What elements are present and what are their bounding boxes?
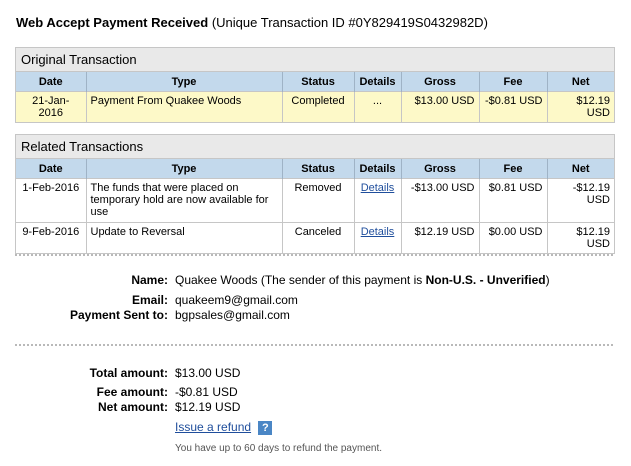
payment-sent-to-value: bgpsales@gmail.com [175,308,290,322]
cell-type: Payment From Quakee Woods [86,91,283,122]
net-amount-label: Net amount: [98,400,168,414]
cell-status: Completed [282,91,355,122]
name-label: Name: [131,273,168,287]
cell-fee: $0.81 USD [479,178,548,223]
name-text: Quakee Woods (The sender of this payment… [175,273,426,287]
cell-fee: -$0.81 USD [479,91,548,122]
col-gross: Gross [401,159,480,179]
related-transactions-heading: Related Transactions [16,135,614,159]
col-type: Type [86,72,283,92]
col-gross: Gross [401,72,480,92]
cell-gross: $12.19 USD [401,222,480,253]
col-details: Details [354,72,402,92]
divider [15,254,613,256]
cell-status: Canceled [282,222,355,253]
name-close: ) [545,273,550,287]
divider [15,344,613,346]
cell-fee: $0.00 USD [479,222,548,253]
details-link[interactable]: Details [361,182,395,194]
fee-amount-label: Fee amount: [96,385,168,399]
cell-date: 9-Feb-2016 [16,222,87,253]
page-title: Web Accept Payment Received (Unique Tran… [16,15,488,30]
cell-gross: -$13.00 USD [401,178,480,223]
payment-sent-to-label: Payment Sent to: [69,308,168,322]
col-net: Net [547,159,614,179]
cell-details: ... [354,91,402,122]
original-transaction-table: Date Type Status Details Gross Fee Net 2… [16,72,614,122]
name-value: Quakee Woods (The sender of this payment… [175,273,550,287]
col-type: Type [86,159,283,179]
refund-row: Issue a refund ? [175,420,273,435]
title-main: Web Accept Payment Received [16,15,209,30]
col-status: Status [282,159,355,179]
table-header-row: Date Type Status Details Gross Fee Net [16,159,614,179]
cell-type: The funds that were placed on temporary … [86,178,283,223]
col-net: Net [547,72,614,92]
cell-net: $12.19 USD [547,91,614,122]
col-details: Details [354,159,402,179]
email-label: Email: [131,293,168,307]
sender-status: Non-U.S. - Unverified [425,273,546,287]
col-fee: Fee [479,72,548,92]
table-header-row: Date Type Status Details Gross Fee Net [16,72,614,92]
original-transaction-box: Original Transaction Date Type Status De… [15,47,615,123]
cell-details: Details [354,222,402,253]
table-row: 9-Feb-2016 Update to Reversal Canceled D… [16,222,614,253]
refund-note: You have up to 60 days to refund the pay… [175,443,383,454]
cell-date: 21-Jan-2016 [16,91,87,122]
cell-status: Removed [282,178,355,223]
cell-date: 1-Feb-2016 [16,178,87,223]
transaction-id: (Unique Transaction ID #0Y829419S0432982… [211,15,488,30]
original-transaction-heading: Original Transaction [16,48,614,72]
email-value: quakeem9@gmail.com [175,293,298,307]
table-row: 1-Feb-2016 The funds that were placed on… [16,178,614,223]
total-amount-label: Total amount: [89,366,168,380]
cell-type: Update to Reversal [86,222,283,253]
total-amount-value: $13.00 USD [175,366,241,380]
related-transactions-table: Date Type Status Details Gross Fee Net 1… [16,159,614,253]
fee-amount-value: -$0.81 USD [175,385,238,399]
col-fee: Fee [479,159,548,179]
related-transactions-box: Related Transactions Date Type Status De… [15,134,615,254]
table-row: 21-Jan-2016 Payment From Quakee Woods Co… [16,91,614,122]
col-date: Date [16,72,87,92]
cell-net: -$12.19 USD [547,178,614,223]
cell-gross: $13.00 USD [401,91,480,122]
issue-refund-link[interactable]: Issue a refund [175,420,251,434]
col-date: Date [16,159,87,179]
cell-details: Details [354,178,402,223]
details-link[interactable]: Details [361,226,395,238]
net-amount-value: $12.19 USD [175,400,241,414]
col-status: Status [282,72,355,92]
cell-net: $12.19 USD [547,222,614,253]
help-icon[interactable]: ? [258,420,273,435]
